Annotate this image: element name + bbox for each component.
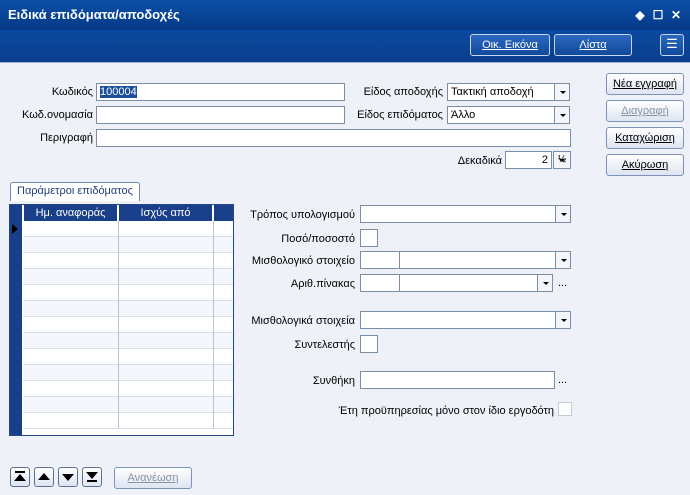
grid-body[interactable] — [23, 221, 233, 435]
condition-input[interactable] — [360, 371, 555, 389]
row-selector — [10, 221, 22, 435]
refresh-button[interactable]: Ανανέωση — [114, 467, 192, 489]
allowance-type-label: Είδος επιδόματος — [357, 109, 443, 121]
payroll-item-label: Μισθολογικό στοιχείο — [251, 255, 355, 267]
pin-icon[interactable]: ◆ — [632, 7, 648, 23]
list-button[interactable]: Λίστα — [554, 34, 632, 56]
decimals-label: Δεκαδικά — [457, 155, 502, 167]
chevron-down-icon[interactable] — [554, 106, 570, 124]
last-record-button[interactable] — [82, 467, 102, 487]
codename-label: Κωδ.ονομασία — [22, 109, 93, 121]
code-input[interactable]: 100004 — [96, 83, 345, 101]
table-row[interactable] — [23, 221, 233, 237]
calc-method-select[interactable] — [360, 205, 556, 223]
code-value: 100004 — [100, 86, 137, 98]
seniority-label: Έτη προϋπηρεσίας μόνο στον ίδιο εργοδότη — [338, 405, 554, 417]
window-title: Ειδικά επιδόματα/αποδοχές — [8, 7, 180, 22]
first-record-button[interactable] — [10, 467, 30, 487]
calc-method-label: Τρόπος υπολογισμού — [250, 209, 355, 221]
decimals-spin-icon[interactable]: ½ — [553, 151, 571, 169]
condition-label: Συνθήκη — [312, 375, 355, 387]
close-icon[interactable]: ✕ — [668, 7, 684, 23]
table-row[interactable] — [23, 413, 233, 429]
cancel-button[interactable]: Ακύρωση — [606, 154, 684, 176]
description-input[interactable] — [96, 129, 571, 147]
seniority-checkbox[interactable] — [558, 402, 572, 416]
table-row[interactable] — [23, 253, 233, 269]
delete-button[interactable]: Διαγραφή — [606, 100, 684, 122]
previous-record-button[interactable] — [34, 467, 54, 487]
earning-type-label: Είδος αποδοχής — [363, 86, 443, 98]
table-no-select[interactable] — [399, 274, 538, 292]
table-row[interactable] — [23, 365, 233, 381]
chevron-down-icon[interactable] — [555, 205, 571, 223]
maximize-icon[interactable]: ☐ — [650, 7, 666, 23]
toolbar: Οικ. Εικόνα Λίστα ☰ — [0, 30, 690, 62]
code-label: Κωδικός — [51, 86, 93, 98]
table-row[interactable] — [23, 397, 233, 413]
last-icon — [86, 472, 98, 482]
down-icon — [62, 474, 74, 481]
description-label: Περιγραφή — [40, 132, 93, 144]
codename-input[interactable] — [96, 106, 345, 124]
first-icon — [14, 471, 26, 481]
up-icon — [38, 473, 50, 480]
title-bar: Ειδικά επιδόματα/αποδοχές ◆ ☐ ✕ — [0, 0, 690, 30]
coefficient-checkbox[interactable] — [360, 335, 378, 353]
table-no-code-input[interactable] — [360, 274, 400, 292]
chevron-down-icon[interactable] — [555, 251, 571, 269]
new-record-button[interactable]: Νέα εγγραφή — [606, 73, 684, 95]
payroll-item-code-input[interactable] — [360, 251, 400, 269]
browse-button[interactable]: ... — [558, 277, 567, 289]
coefficient-label: Συντελεστής — [294, 339, 355, 351]
payroll-items-label: Μισθολογικά στοιχεία — [251, 315, 355, 327]
column-header[interactable]: Ημ. αναφοράς — [23, 205, 117, 221]
table-no-label: Αριθ.πίνακας — [290, 278, 355, 290]
table-row[interactable] — [23, 301, 233, 317]
table-row[interactable] — [23, 317, 233, 333]
table-row[interactable] — [23, 285, 233, 301]
chevron-down-icon[interactable] — [537, 274, 553, 292]
payroll-item-select[interactable] — [399, 251, 556, 269]
current-row-icon — [12, 224, 18, 234]
home-button[interactable]: Οικ. Εικόνα — [470, 34, 550, 56]
chevron-down-icon[interactable] — [555, 311, 571, 329]
menu-icon[interactable]: ☰ — [660, 34, 684, 56]
chevron-down-icon[interactable] — [554, 83, 570, 101]
save-button[interactable]: Καταχώριση — [606, 127, 684, 149]
next-record-button[interactable] — [58, 467, 78, 487]
tab-parameters[interactable]: Παράμετροι επιδόματος — [10, 182, 140, 201]
condition-browse-button[interactable]: ... — [558, 374, 567, 386]
decimals-input[interactable]: 2 — [505, 151, 552, 169]
table-row[interactable] — [23, 333, 233, 349]
table-row[interactable] — [23, 269, 233, 285]
table-row[interactable] — [23, 349, 233, 365]
amount-pct-checkbox[interactable] — [360, 229, 378, 247]
payroll-items-select[interactable] — [360, 311, 556, 329]
amount-pct-label: Ποσό/ποσοστό — [281, 233, 355, 245]
allowance-type-select[interactable]: Άλλο — [447, 106, 555, 124]
table-row[interactable] — [23, 381, 233, 397]
column-header[interactable]: Ισχύς από — [118, 205, 212, 221]
table-row[interactable] — [23, 237, 233, 253]
parameters-grid: Ημ. αναφοράς Ισχύς από — [9, 204, 234, 436]
earning-type-select[interactable]: Τακτική αποδοχή — [447, 83, 555, 101]
